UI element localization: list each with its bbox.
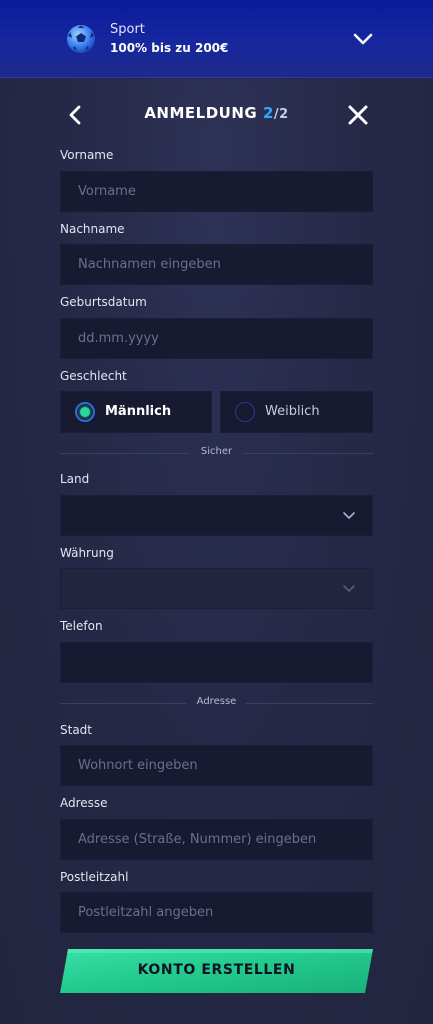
- country-select[interactable]: [60, 495, 373, 536]
- close-icon[interactable]: [346, 103, 370, 127]
- phone-input[interactable]: [60, 642, 373, 683]
- birthdate-input[interactable]: [60, 318, 373, 359]
- last-name-label: Nachname: [60, 222, 125, 236]
- step-total: /2: [273, 107, 289, 122]
- divider-label: Adresse: [196, 696, 237, 707]
- title-text: ANMELDUNG: [144, 104, 258, 122]
- divider-label: Sicher: [200, 446, 233, 457]
- create-account-button[interactable]: KONTO ERSTELLEN: [60, 947, 373, 995]
- phone-label: Telefon: [60, 619, 103, 633]
- gender-option-female[interactable]: Weiblich: [220, 391, 373, 433]
- banner-category: Sport: [110, 22, 145, 37]
- radio-unchecked-icon: [235, 402, 255, 422]
- city-input[interactable]: [60, 745, 373, 786]
- postcode-label: Postleitzahl: [60, 870, 129, 884]
- chevron-down-icon: [343, 585, 355, 592]
- gender-option-male[interactable]: Männlich: [60, 391, 212, 433]
- promo-banner[interactable]: Sport 100% bis zu 200€: [0, 0, 433, 78]
- create-account-label: KONTO ERSTELLEN: [137, 962, 296, 978]
- currency-select[interactable]: [60, 568, 373, 609]
- gender-option-female-label: Weiblich: [265, 404, 320, 419]
- address-label: Adresse: [60, 796, 108, 810]
- step-current: 2: [262, 104, 274, 122]
- chevron-down-icon: [343, 512, 355, 519]
- soccer-ball-icon: [67, 25, 95, 53]
- section-divider-secure: Sicher: [60, 446, 373, 460]
- first-name-label: Vorname: [60, 148, 114, 162]
- radio-checked-icon: [75, 402, 95, 422]
- city-label: Stadt: [60, 723, 92, 737]
- banner-promo-text: 100% bis zu 200€: [110, 41, 229, 55]
- birthdate-label: Geburtsdatum: [60, 295, 147, 309]
- first-name-input[interactable]: [60, 171, 373, 212]
- country-label: Land: [60, 472, 90, 486]
- gender-option-male-label: Männlich: [105, 404, 172, 419]
- postcode-input[interactable]: [60, 892, 373, 933]
- gender-label: Geschlecht: [60, 369, 127, 383]
- chevron-down-icon[interactable]: [352, 30, 374, 48]
- last-name-input[interactable]: [60, 244, 373, 285]
- currency-label: Währung: [60, 546, 114, 560]
- section-divider-address: Adresse: [60, 696, 373, 710]
- address-input[interactable]: [60, 819, 373, 860]
